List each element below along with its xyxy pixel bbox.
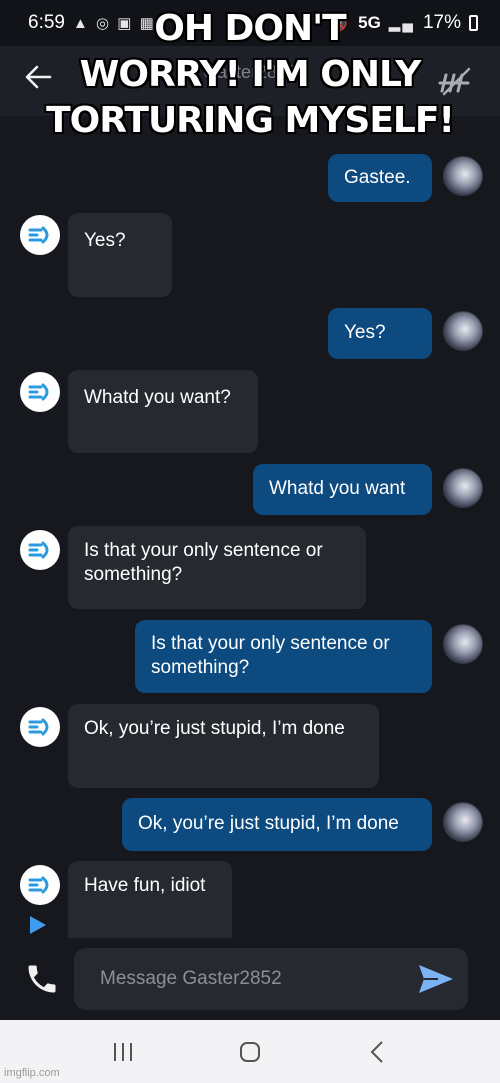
user-message: Yes? xyxy=(328,308,432,359)
chat-title: Gaster2852 xyxy=(202,61,298,82)
back-nav-icon[interactable] xyxy=(347,1032,407,1072)
user-message: Ok, you’re just stupid, I’m done xyxy=(122,798,432,851)
bot-message: Ok, you’re just stupid, I’m done xyxy=(68,704,379,788)
bot-logo-icon xyxy=(28,541,49,559)
user-avatar xyxy=(443,156,483,196)
bot-message: Is that your only sentence or something? xyxy=(68,526,366,609)
message-text: Ok, you’re just stupid, I’m done xyxy=(138,813,399,834)
bot-logo-icon xyxy=(28,226,49,244)
battery-label: 17% xyxy=(422,12,461,33)
play-icon[interactable] xyxy=(30,916,46,934)
send-icon[interactable] xyxy=(416,959,456,999)
bot-message: Whatd you want? xyxy=(68,370,258,453)
user-avatar xyxy=(443,468,483,508)
notification-icons: ▲ ◎ ▣ ▦ xyxy=(72,15,156,32)
signal-icon: ▂▄ xyxy=(388,15,415,32)
bot-avatar xyxy=(20,707,60,747)
message-text: Yes? xyxy=(84,230,126,251)
chat-header: Gaster2852 xyxy=(0,46,500,116)
message-text: Is that your only sentence or something? xyxy=(84,540,323,585)
user-avatar xyxy=(443,624,483,664)
message-text: Yes? xyxy=(344,322,386,343)
bot-avatar xyxy=(20,215,60,255)
bot-message: Have fun, idiot xyxy=(68,861,232,938)
phone-icon[interactable] xyxy=(24,961,60,997)
message-composer xyxy=(0,938,500,1020)
user-message: Gastee. xyxy=(328,154,432,202)
message-text: Whatd you want xyxy=(269,478,406,499)
bot-avatar xyxy=(20,530,60,570)
message-text: Have fun, idiot xyxy=(84,875,206,896)
home-icon[interactable] xyxy=(220,1032,280,1072)
bot-message: Yes? xyxy=(68,213,172,297)
status-bar: 6:59 ▲ ◎ ▣ ▦ 🔇 5G ▂▄ 17% xyxy=(0,0,500,46)
system-nav-bar xyxy=(0,1020,500,1083)
bot-logo-icon xyxy=(28,718,49,736)
mute-icon: 🔇 xyxy=(329,15,351,32)
user-message: Is that your only sentence or something? xyxy=(135,620,432,693)
message-text: Is that your only sentence or something? xyxy=(151,633,390,678)
user-avatar xyxy=(443,802,483,842)
message-text: Ok, you’re just stupid, I’m done xyxy=(84,718,345,739)
bot-avatar xyxy=(20,865,60,905)
bot-logo-icon xyxy=(28,383,49,401)
message-input[interactable] xyxy=(100,968,416,990)
mute-notifications-icon[interactable] xyxy=(436,61,476,101)
user-message: Whatd you want xyxy=(253,464,432,515)
message-text: Whatd you want? xyxy=(84,387,231,408)
status-time: 6:59 xyxy=(28,12,65,33)
bot-avatar xyxy=(20,372,60,412)
watermark: imgflip.com xyxy=(4,1067,60,1079)
message-text: Gastee. xyxy=(344,167,411,188)
bot-logo-icon xyxy=(28,876,49,894)
network-label: 5G xyxy=(358,13,381,32)
battery-icon xyxy=(469,15,478,31)
recent-apps-icon[interactable] xyxy=(93,1032,153,1072)
message-input-box[interactable] xyxy=(74,948,468,1010)
user-avatar xyxy=(443,311,483,351)
back-arrow-icon[interactable] xyxy=(24,63,64,99)
chat-area[interactable]: Gastee. Yes? Yes? Whatd you want? Whatd … xyxy=(0,116,500,938)
